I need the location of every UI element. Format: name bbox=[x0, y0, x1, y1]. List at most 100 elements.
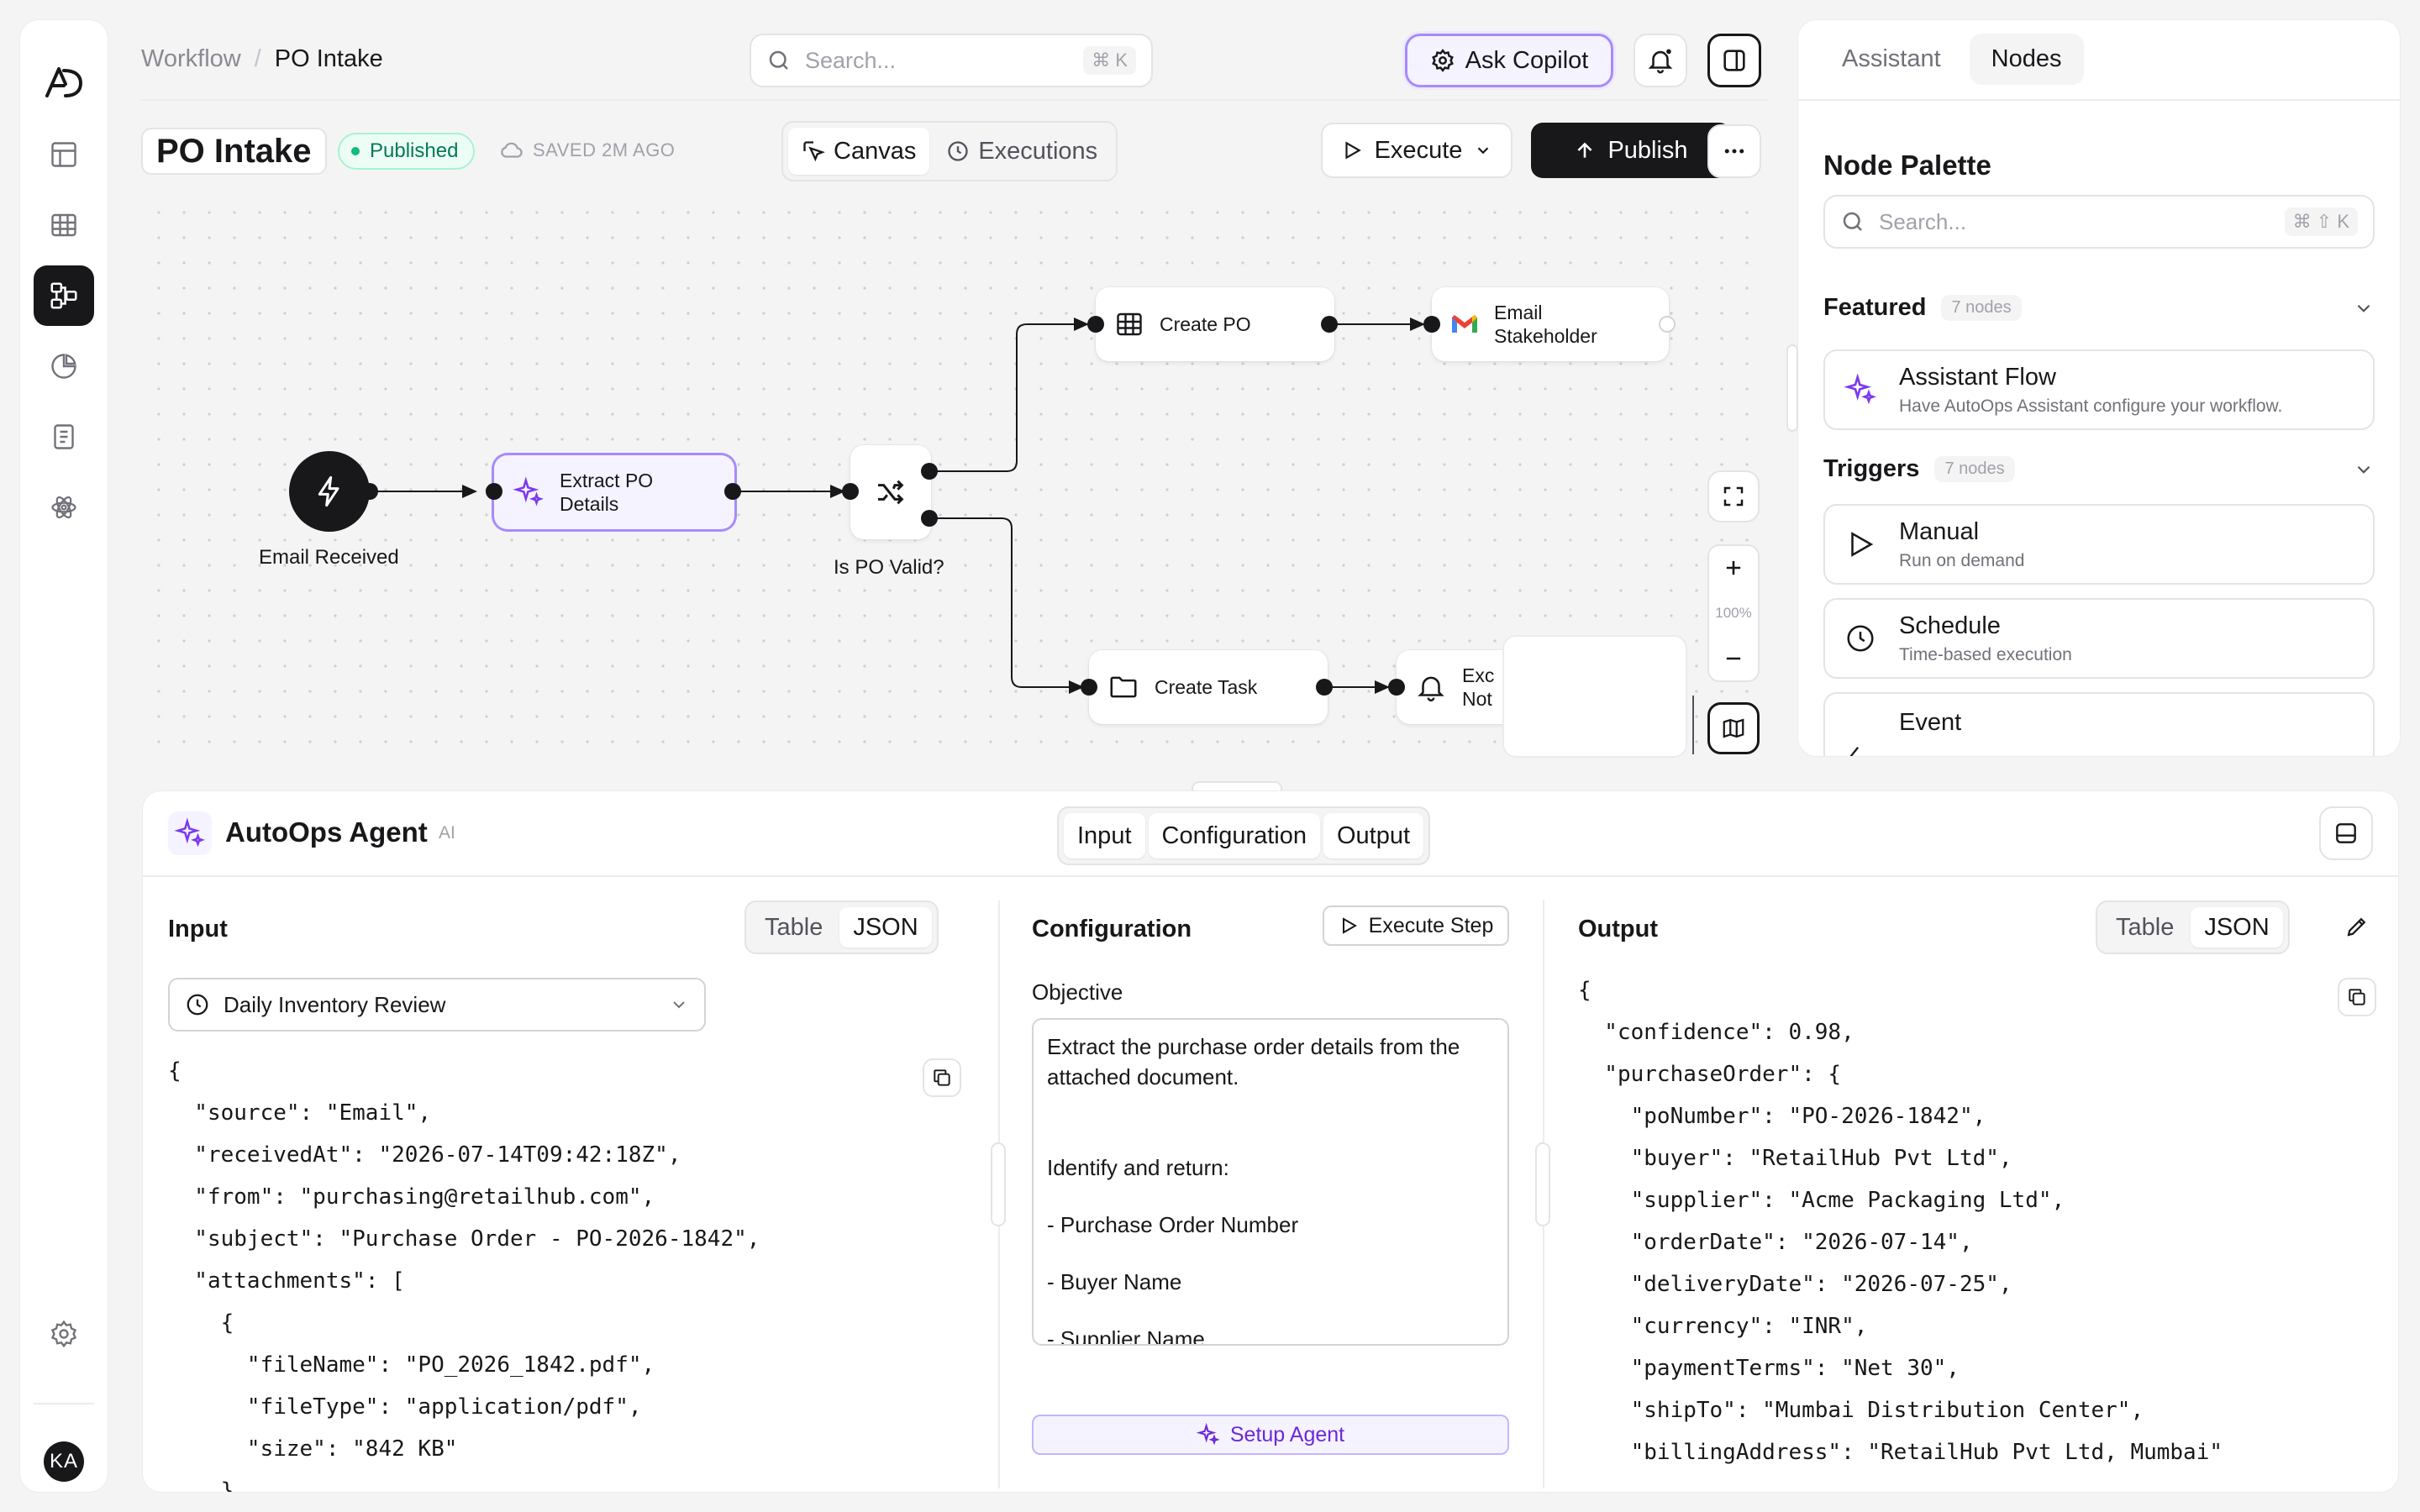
zoom-in-icon[interactable] bbox=[1722, 556, 1745, 580]
palette-item-event[interactable]: Event bbox=[1823, 692, 2375, 756]
sidebar-item-analytics[interactable] bbox=[34, 336, 94, 396]
gear-icon bbox=[1431, 49, 1454, 72]
copy-output-button[interactable] bbox=[2338, 978, 2376, 1016]
node-email-label-line1: Email bbox=[1494, 302, 1543, 323]
global-search-input[interactable]: Search... ⌘ K bbox=[750, 34, 1153, 87]
tab-nodes[interactable]: Nodes bbox=[1969, 34, 2084, 85]
more-horizontal-icon bbox=[1724, 149, 1744, 154]
sidebar-item-settings[interactable] bbox=[34, 1304, 94, 1364]
publish-label: Publish bbox=[1607, 136, 1688, 164]
app-logo[interactable] bbox=[44, 62, 84, 102]
output-json-viewer[interactable]: { "confidence": 0.98, "purchaseOrder": {… bbox=[1578, 969, 2223, 1468]
input-format-json[interactable]: JSON bbox=[839, 907, 932, 948]
setup-agent-button[interactable]: Setup Agent bbox=[1032, 1415, 1509, 1455]
play-icon bbox=[1342, 917, 1357, 934]
group-featured[interactable]: Featured 7 nodes bbox=[1823, 294, 2375, 322]
minimap-toggle-button[interactable] bbox=[1707, 702, 1760, 754]
column-resize-handle[interactable] bbox=[992, 1144, 1004, 1225]
input-source-value: Daily Inventory Review bbox=[224, 991, 446, 1017]
panel-layout-button[interactable] bbox=[2319, 806, 2373, 860]
input-format-table[interactable]: Table bbox=[751, 907, 836, 948]
node-extract-po-details[interactable]: Extract PO Details bbox=[494, 455, 734, 529]
palette-item-title: Schedule bbox=[1899, 612, 2001, 639]
node-input-port[interactable] bbox=[1388, 679, 1405, 696]
toggle-panel-button[interactable] bbox=[1707, 34, 1761, 87]
view-switcher: Canvas Executions bbox=[781, 121, 1118, 181]
fit-view-button[interactable] bbox=[1707, 470, 1760, 522]
breadcrumb: Workflow / PO Intake bbox=[141, 45, 383, 73]
workflow-canvas[interactable]: Email Received Extract PO Details Is PO V… bbox=[141, 195, 1768, 756]
group-triggers[interactable]: Triggers 7 nodes bbox=[1823, 455, 2375, 483]
avatar[interactable]: KA bbox=[44, 1441, 84, 1482]
sparkles-icon bbox=[1196, 1423, 1220, 1446]
notifications-button[interactable] bbox=[1634, 34, 1687, 87]
palette-item-title: Manual bbox=[1899, 517, 1980, 545]
chevron-down-icon[interactable] bbox=[2353, 459, 2375, 480]
node-email-received[interactable] bbox=[289, 451, 370, 532]
arrow-up-icon bbox=[1577, 142, 1592, 158]
save-status: SAVED 2M AGO bbox=[499, 138, 675, 163]
tab-output[interactable]: Output bbox=[1323, 813, 1424, 858]
node-email-received-label: Email Received bbox=[259, 546, 399, 569]
panel-resize-handle[interactable] bbox=[1788, 346, 1797, 430]
output-format-table[interactable]: Table bbox=[2102, 907, 2187, 948]
tab-executions[interactable]: Executions bbox=[933, 128, 1111, 175]
node-is-po-valid[interactable] bbox=[850, 445, 931, 539]
minimap-edge bbox=[1692, 696, 1694, 754]
ask-copilot-button[interactable]: Ask Copilot bbox=[1405, 34, 1613, 87]
output-format-switch: Table JSON bbox=[2096, 900, 2290, 954]
node-email-stakeholder[interactable]: Email Stakeholder bbox=[1432, 287, 1669, 361]
tab-assistant[interactable]: Assistant bbox=[1820, 34, 1963, 85]
tab-input[interactable]: Input bbox=[1064, 813, 1145, 858]
node-input-port[interactable] bbox=[1081, 679, 1097, 696]
sparkles-icon bbox=[168, 811, 212, 855]
publish-button[interactable]: Publish bbox=[1531, 123, 1731, 178]
tab-canvas-label: Canvas bbox=[834, 137, 917, 165]
objective-textarea[interactable]: Extract the purchase order details from … bbox=[1032, 1018, 1509, 1346]
node-input-port[interactable] bbox=[1423, 316, 1440, 333]
sidebar-item-workflows[interactable] bbox=[34, 265, 94, 326]
sidebar-item-integrations[interactable] bbox=[34, 477, 94, 538]
more-options-button[interactable] bbox=[1707, 124, 1761, 178]
sidebar-item-layout[interactable] bbox=[34, 124, 94, 185]
node-output-port[interactable] bbox=[724, 483, 741, 500]
node-input-port[interactable] bbox=[486, 483, 502, 500]
status-label: Published bbox=[370, 139, 459, 162]
node-output-port-false[interactable] bbox=[921, 510, 938, 527]
breadcrumb-workflow[interactable]: Workflow bbox=[141, 45, 241, 73]
node-search-input[interactable]: Search... ⌘ ⇧ K bbox=[1823, 195, 2375, 249]
node-create-po[interactable]: Create PO bbox=[1096, 287, 1334, 361]
input-json-viewer[interactable]: { "source": "Email", "receivedAt": "2026… bbox=[168, 1050, 760, 1492]
zoom-out-icon[interactable] bbox=[1722, 647, 1745, 670]
palette-item-desc: Run on demand bbox=[1899, 550, 2025, 570]
node-output-port[interactable] bbox=[1321, 316, 1338, 333]
copy-input-button[interactable] bbox=[923, 1058, 961, 1097]
execute-button[interactable]: Execute bbox=[1321, 123, 1512, 178]
chevron-down-icon[interactable] bbox=[2353, 297, 2375, 319]
node-create-task[interactable]: Create Task bbox=[1089, 650, 1328, 724]
settings-icon bbox=[50, 1320, 77, 1348]
edit-output-button[interactable] bbox=[2338, 907, 2376, 946]
node-input-port[interactable] bbox=[1087, 316, 1104, 333]
sidebar-item-documents[interactable] bbox=[34, 407, 94, 467]
node-output-port[interactable] bbox=[1316, 679, 1333, 696]
node-input-port[interactable] bbox=[842, 483, 859, 500]
output-format-json[interactable]: JSON bbox=[2191, 907, 2283, 948]
minimap[interactable] bbox=[1504, 637, 1686, 756]
workflow-title[interactable]: PO Intake bbox=[141, 128, 327, 175]
search-icon bbox=[769, 50, 788, 70]
palette-item-assistant-flow[interactable]: Assistant Flow Have AutoOps Assistant co… bbox=[1823, 349, 2375, 430]
execute-step-button[interactable]: Execute Step bbox=[1323, 906, 1509, 946]
palette-item-manual[interactable]: Manual Run on demand bbox=[1823, 504, 2375, 585]
sidebar-item-table[interactable] bbox=[34, 195, 94, 255]
node-output-port-empty[interactable] bbox=[1659, 316, 1676, 333]
tab-configuration[interactable]: Configuration bbox=[1148, 813, 1320, 858]
column-resize-handle[interactable] bbox=[1537, 1144, 1549, 1225]
tab-canvas[interactable]: Canvas bbox=[788, 128, 930, 175]
node-output-port-true[interactable] bbox=[921, 463, 938, 480]
palette-item-schedule[interactable]: Schedule Time-based execution bbox=[1823, 598, 2375, 679]
node-output-port[interactable] bbox=[361, 483, 378, 500]
input-source-select[interactable]: Daily Inventory Review bbox=[168, 978, 706, 1032]
objective-line: - Purchase Order Number bbox=[1047, 1212, 1299, 1237]
table-icon bbox=[51, 213, 76, 237]
